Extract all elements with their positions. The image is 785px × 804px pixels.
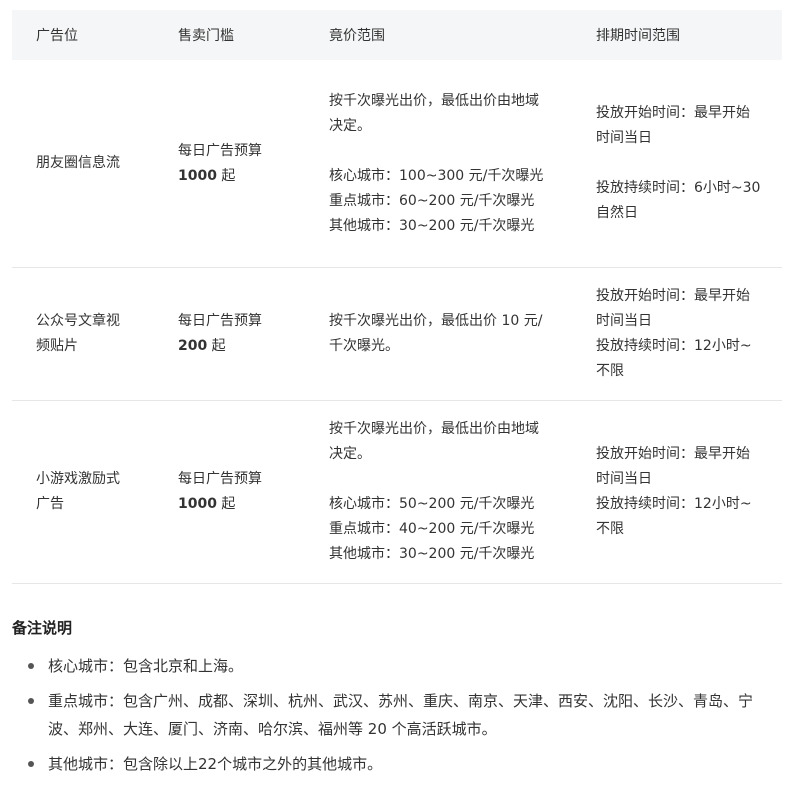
- threshold-amount: 1000: [178, 167, 217, 184]
- table-row: 公众号文章视 频贴片 每日广告预算 200 起 按千次曝光出价，最低出价 10 …: [12, 267, 782, 401]
- bullet-dot-icon: [28, 663, 34, 669]
- cell-ad-slot: 小游戏激励式 广告: [12, 400, 154, 584]
- schedule-start: 投放开始时间：最早开始: [596, 446, 750, 462]
- note-core-city: 核心城市：包含北京和上海。: [48, 657, 244, 675]
- bid-text: 按千次曝光出价，最低出价 10 元/: [329, 313, 543, 329]
- threshold-label: 每日广告预算: [178, 142, 262, 159]
- threshold-suffix: 起: [216, 167, 236, 184]
- threshold-amount: 1000: [178, 496, 217, 512]
- table-row: 朋友圈信息流 每日广告预算 1000 起 按千次曝光出价，最低出价由地域 决定。…: [12, 60, 782, 268]
- pricing-table-container: 广告位 售卖门槛 竟价范围 排期时间范围 朋友圈信息流 每日广告预算 1000 …: [12, 10, 782, 584]
- bid-text: 决定。: [329, 446, 371, 462]
- pricing-table: 广告位 售卖门槛 竟价范围 排期时间范围 朋友圈信息流 每日广告预算 1000 …: [12, 10, 782, 584]
- bid-key-city: 重点城市：60~200 元/千次曝光: [329, 192, 535, 209]
- cell-bid-range: 按千次曝光出价，最低出价由地域 决定。 核心城市：100~300 元/千次曝光 …: [305, 60, 572, 268]
- ad-slot-name-cont: 广告: [36, 496, 64, 512]
- schedule-duration-cont: 不限: [596, 363, 624, 379]
- schedule-duration: 投放持续时间：6小时~30: [596, 180, 761, 196]
- list-item: 其他城市：包含除以上22个城市之外的其他城市。: [12, 750, 774, 778]
- cell-sale-threshold: 每日广告预算 1000 起: [154, 400, 305, 584]
- cell-sale-threshold: 每日广告预算 1000 起: [154, 60, 305, 268]
- schedule-start-cont: 时间当日: [596, 313, 652, 329]
- header-ad-slot: 广告位: [12, 10, 154, 60]
- cell-ad-slot: 朋友圈信息流: [12, 60, 154, 268]
- threshold-amount: 200: [178, 338, 208, 354]
- bid-text: 千次曝光。: [329, 338, 399, 354]
- schedule-duration-cont: 不限: [596, 521, 624, 537]
- schedule-start-cont: 时间当日: [596, 130, 652, 146]
- cell-schedule-range: 投放开始时间：最早开始 时间当日 投放持续时间：6小时~30 自然日: [572, 60, 782, 268]
- cell-schedule-range: 投放开始时间：最早开始 时间当日 投放持续时间：12小时~ 不限: [572, 267, 782, 401]
- bid-text: 按千次曝光出价，最低出价由地域: [329, 421, 539, 437]
- ad-slot-name: 公众号文章视: [36, 313, 120, 329]
- ad-slot-name: 小游戏激励式: [36, 471, 120, 487]
- header-bid-range: 竟价范围: [305, 10, 572, 60]
- schedule-duration-cont: 自然日: [596, 205, 638, 221]
- schedule-start-cont: 时间当日: [596, 471, 652, 487]
- schedule-duration: 投放持续时间：12小时~: [596, 338, 752, 354]
- bid-key-city: 重点城市：40~200 元/千次曝光: [329, 521, 535, 537]
- header-schedule-range: 排期时间范围: [572, 10, 782, 60]
- threshold-suffix: 起: [216, 496, 236, 512]
- note-other-city: 其他城市：包含除以上22个城市之外的其他城市。: [48, 755, 383, 773]
- bid-other-city: 其他城市：30~200 元/千次曝光: [329, 217, 535, 234]
- bullet-dot-icon: [28, 761, 34, 767]
- cell-schedule-range: 投放开始时间：最早开始 时间当日 投放持续时间：12小时~ 不限: [572, 400, 782, 584]
- list-item: 重点城市：包含广州、成都、深圳、杭州、武汉、苏州、重庆、南京、天津、西安、沈阳、…: [12, 687, 774, 743]
- schedule-duration: 投放持续时间：12小时~: [596, 496, 752, 512]
- notes-list: 核心城市：包含北京和上海。 重点城市：包含广州、成都、深圳、杭州、武汉、苏州、重…: [12, 652, 774, 785]
- cell-ad-slot: 公众号文章视 频贴片: [12, 267, 154, 401]
- threshold-label: 每日广告预算: [178, 313, 262, 329]
- table-header-row: 广告位 售卖门槛 竟价范围 排期时间范围: [12, 10, 782, 60]
- schedule-start: 投放开始时间：最早开始: [596, 288, 750, 304]
- threshold-suffix: 起: [207, 338, 226, 354]
- threshold-label: 每日广告预算: [178, 471, 262, 487]
- bullet-dot-icon: [28, 698, 34, 704]
- notes-title: 备注说明: [12, 619, 73, 637]
- table-row: 小游戏激励式 广告 每日广告预算 1000 起 按千次曝光出价，最低出价由地域 …: [12, 400, 782, 584]
- bid-text: 决定。: [329, 117, 371, 134]
- bid-text: 按千次曝光出价，最低出价由地域: [329, 92, 539, 109]
- list-item: 核心城市：包含北京和上海。: [12, 652, 774, 680]
- ad-slot-name-cont: 频贴片: [36, 338, 78, 354]
- bid-core-city: 核心城市：100~300 元/千次曝光: [329, 167, 544, 184]
- note-key-city: 重点城市：包含广州、成都、深圳、杭州、武汉、苏州、重庆、南京、天津、西安、沈阳、…: [48, 692, 754, 738]
- bid-core-city: 核心城市：50~200 元/千次曝光: [329, 496, 535, 512]
- cell-bid-range: 按千次曝光出价，最低出价由地域 决定。 核心城市：50~200 元/千次曝光 重…: [305, 400, 572, 584]
- bid-other-city: 其他城市：30~200 元/千次曝光: [329, 546, 535, 562]
- header-sale-threshold: 售卖门槛: [154, 10, 305, 60]
- cell-bid-range: 按千次曝光出价，最低出价 10 元/ 千次曝光。: [305, 267, 572, 401]
- ad-slot-name: 朋友圈信息流: [36, 155, 120, 171]
- cell-sale-threshold: 每日广告预算 200 起: [154, 267, 305, 401]
- schedule-start: 投放开始时间：最早开始: [596, 105, 750, 121]
